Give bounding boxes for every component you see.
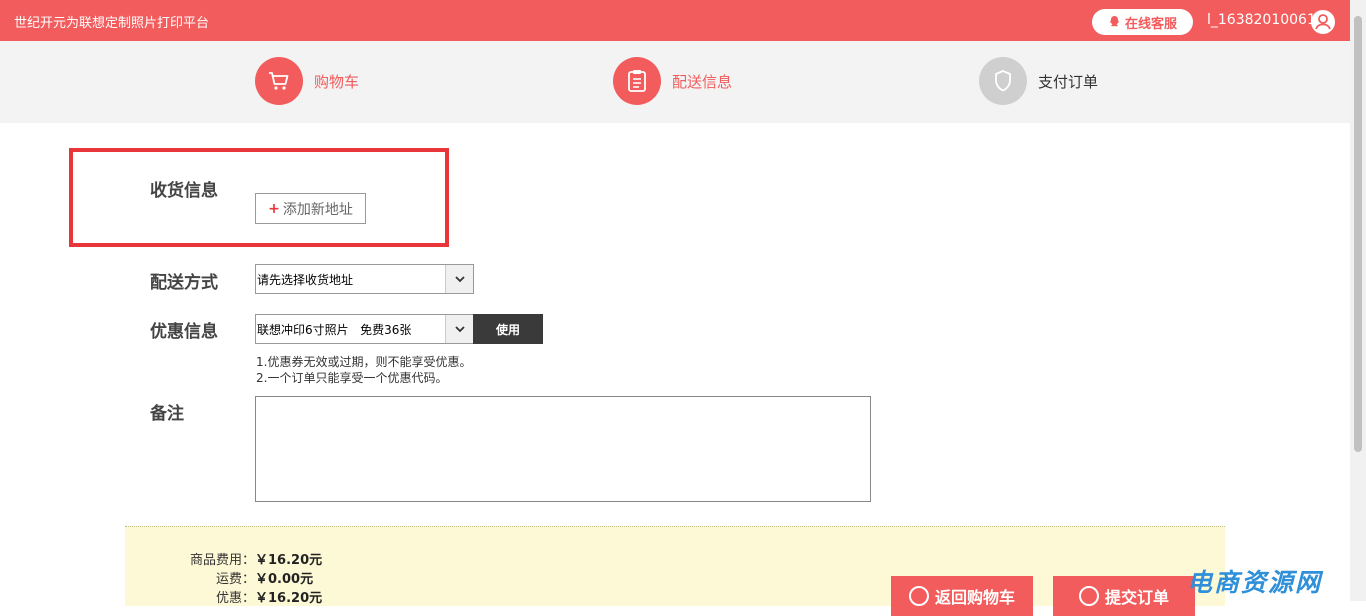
discount-label: 优惠：	[215, 591, 255, 606]
discount-value: ￥16.20元	[255, 591, 323, 606]
back-to-cart-button[interactable]: 返回购物车	[891, 576, 1033, 616]
username[interactable]: l_16382010061	[1207, 12, 1316, 28]
goods-fee-row: 商品费用： ￥16.20元	[185, 549, 322, 568]
add-address-label: 添加新地址	[282, 201, 353, 218]
checkout-steps: 购物车 配送信息 支付订单	[0, 41, 1350, 123]
coupon-note: 2.一个订单只能享受一个优惠代码。	[256, 371, 448, 385]
back-to-cart-label: 返回购物车	[934, 588, 1015, 607]
discount-row: 优惠： ￥16.20元	[185, 587, 322, 606]
add-address-button[interactable]: + 添加新地址	[255, 193, 366, 224]
delivery-select[interactable]: 请先选择收货地址	[255, 264, 474, 294]
remark-label: 备注	[150, 404, 184, 424]
submit-arrow-icon	[1078, 586, 1099, 606]
plus-icon: +	[268, 200, 280, 217]
submit-order-button[interactable]: 提交订单	[1053, 576, 1195, 616]
watermark: 电商资源网	[1187, 568, 1323, 597]
delivery-select-value: 请先选择收货地址	[257, 272, 354, 287]
delivery-label: 配送方式	[150, 273, 218, 293]
shield-icon	[979, 57, 1027, 105]
shipping-value: ￥0.00元	[255, 572, 314, 587]
step-payment: 支付订单	[979, 57, 1098, 105]
coupon-label: 优惠信息	[150, 322, 218, 342]
cart-icon	[255, 57, 303, 105]
step-label: 配送信息	[672, 72, 733, 91]
coupon-notes: 1.优惠券无效或过期，则不能享受优惠。 2.一个订单只能享受一个优惠代码。	[256, 354, 471, 386]
scrollbar-thumb[interactable]	[1354, 16, 1362, 452]
online-service-label: 在线客服	[1124, 16, 1177, 32]
qq-icon	[1109, 15, 1120, 27]
receiver-label: 收货信息	[150, 181, 218, 201]
step-delivery: 配送信息	[613, 57, 732, 105]
use-coupon-button[interactable]: 使用	[473, 314, 543, 344]
chevron-down-icon[interactable]	[445, 315, 473, 343]
submit-order-label: 提交订单	[1104, 588, 1169, 607]
remark-textarea[interactable]	[255, 396, 871, 502]
site-title[interactable]: 世纪开元为联想定制照片打印平台	[14, 12, 209, 31]
clipboard-icon	[613, 57, 661, 105]
coupon-select[interactable]: 联想冲印6寸照片 免费36张	[255, 314, 474, 344]
step-label: 支付订单	[1038, 72, 1099, 91]
shipping-row: 运费： ￥0.00元	[185, 568, 313, 587]
goods-fee-label: 商品费用：	[189, 553, 255, 568]
goods-fee-value: ￥16.20元	[255, 553, 323, 568]
shipping-label: 运费：	[215, 572, 255, 587]
step-cart: 购物车	[255, 57, 359, 105]
page-scrollbar[interactable]	[1350, 0, 1366, 601]
online-service-button[interactable]: 在线客服	[1092, 9, 1193, 35]
top-bar: 世纪开元为联想定制照片打印平台 在线客服 l_16382010061	[0, 0, 1350, 41]
step-label: 购物车	[314, 72, 360, 91]
coupon-select-value: 联想冲印6寸照片 免费36张	[257, 322, 412, 337]
back-arrow-icon	[908, 586, 929, 606]
coupon-note: 1.优惠券无效或过期，则不能享受优惠。	[256, 355, 472, 369]
chevron-down-icon[interactable]	[445, 265, 473, 293]
user-avatar-icon[interactable]	[1311, 10, 1335, 34]
